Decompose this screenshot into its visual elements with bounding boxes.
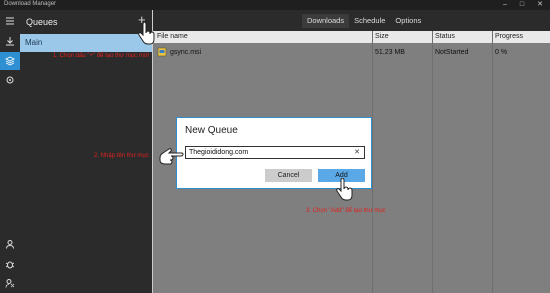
column-status[interactable]: Status [435,33,455,40]
row-status: NotStarted [435,49,469,56]
queue-name-value: Thegioididong.com [189,149,249,156]
tab-downloads[interactable]: Downloads [302,14,350,28]
tab-options[interactable]: Options [390,14,426,28]
dialog-title: New Queue [185,125,238,136]
settings-icon[interactable] [0,71,20,89]
column-divider [432,31,433,293]
column-size[interactable]: Size [375,33,389,40]
column-file-name[interactable]: File name [157,33,188,40]
queues-header: Queues [26,17,58,27]
column-divider [372,31,373,293]
bug-icon[interactable] [0,255,20,273]
column-progress[interactable]: Progress [495,33,523,40]
feedback-icon[interactable] [0,274,20,292]
column-divider [492,31,493,293]
clear-input-button[interactable]: ✕ [354,147,360,158]
row-progress: 0 % [495,49,508,56]
tab-bar: Downloads Schedule Options [153,14,426,28]
download-icon[interactable] [0,32,20,50]
annotation-step-2: 2. Nhập tên thư mục [94,153,149,159]
title-bar: Download Manager – □ ✕ [0,0,550,10]
cancel-button[interactable]: Cancel [265,169,312,182]
user-icon[interactable] [0,235,20,253]
close-button[interactable]: ✕ [533,0,547,10]
download-manager-window: Download Manager – □ ✕ Queues + Main Dow… [0,0,550,293]
table-row[interactable]: gsync.msi 51.23 MB NotStarted 0 % [153,46,550,60]
file-icon [157,47,167,59]
annotation-step-3: 3. Chọn "Add" để tạo thư mục [306,208,386,214]
tab-schedule[interactable]: Schedule [349,14,390,28]
annotation-step-1: 1. Chọn dấu "+" để tạo thư mục mới [53,53,150,59]
queue-icon[interactable] [0,52,20,70]
menu-icon[interactable] [0,12,20,30]
queue-item-main[interactable]: Main [20,34,152,52]
pointing-hand-icon [158,145,184,170]
pointing-hand-icon [335,177,353,207]
table-header: File name Size Status Progress [153,31,550,43]
maximize-button[interactable]: □ [515,0,529,10]
queue-name-input[interactable]: Thegioididong.com ✕ [185,146,365,159]
icon-rail [0,10,20,293]
minimize-button[interactable]: – [498,0,512,10]
pointing-hand-icon [137,21,155,51]
row-file-name: gsync.msi [170,49,202,56]
window-title: Download Manager [4,1,57,7]
row-size: 51.23 MB [375,49,405,56]
